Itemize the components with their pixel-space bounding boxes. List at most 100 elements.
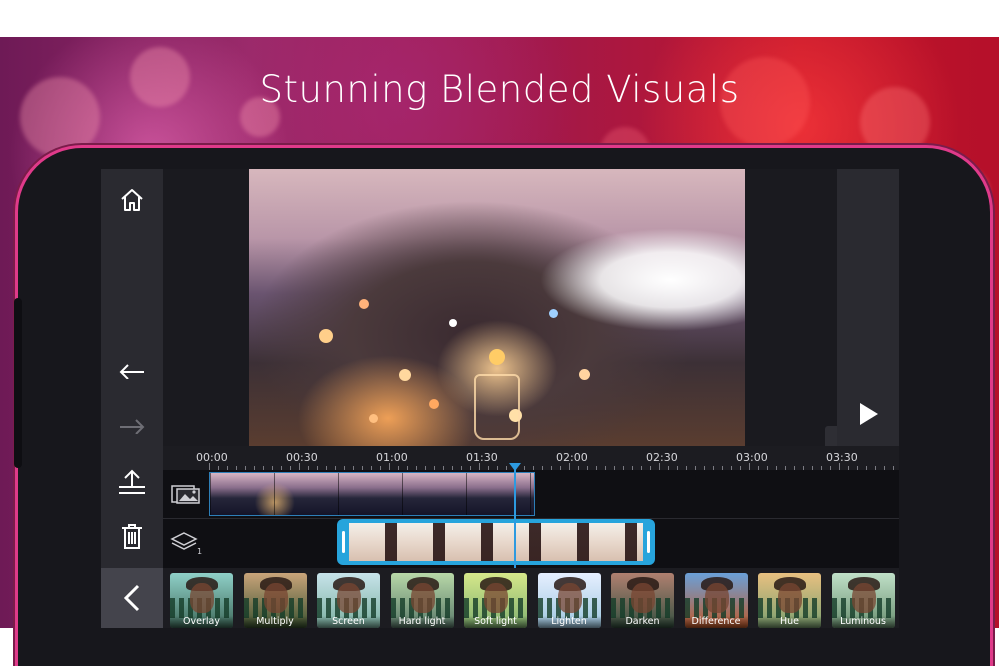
ruler-minor-tick [344,466,345,470]
ruler-minor-tick [704,466,705,470]
blend-mode-screen[interactable]: Screen [317,573,380,628]
blend-mode-label: Hue [758,616,821,628]
ruler-minor-tick [650,466,651,470]
ruler-minor-tick [371,466,372,470]
ruler-minor-tick [353,466,354,470]
home-button[interactable] [101,178,163,222]
blend-mode-label: Hard light [390,616,454,628]
ruler-minor-tick [209,463,210,470]
ruler-minor-tick [506,466,507,470]
overlay-clip[interactable] [337,519,655,565]
play-icon [860,403,878,425]
ruler-minor-tick [587,466,588,470]
thumbnail-face [778,583,802,613]
export-icon [119,469,145,494]
redo-icon [120,419,145,434]
video-clip[interactable] [209,472,535,516]
overlay-track-count: 1 [197,547,202,556]
delete-button[interactable] [101,514,163,558]
ruler-minor-tick [578,466,579,470]
tick-label: 02:30 [646,451,678,464]
ruler-minor-tick [821,466,822,470]
ruler-minor-tick [686,466,687,470]
undo-button[interactable] [101,347,163,391]
redo-button[interactable] [101,402,163,446]
preview-video[interactable] [249,169,745,446]
blend-mode-label: Difference [684,616,748,628]
ruler-minor-tick [812,466,813,470]
ruler-minor-tick [425,466,426,470]
layers-icon: 1 [170,532,202,556]
ruler-minor-tick [794,466,795,470]
ruler-minor-tick [533,466,534,470]
ruler-minor-tick [758,466,759,470]
ruler-minor-tick [866,466,867,470]
ruler-minor-tick [488,466,489,470]
ruler-minor-tick [362,466,363,470]
blend-mode-darken[interactable]: Darken [611,573,674,628]
ruler-minor-tick [623,466,624,470]
ruler-minor-tick [452,466,453,470]
blend-mode-label: Darken [611,616,674,628]
ruler-minor-tick [641,466,642,470]
blend-mode-label: Overlay [170,616,233,628]
ruler-minor-tick [326,466,327,470]
ruler-minor-tick [830,466,831,470]
blend-mode-multiply[interactable]: Multiply [243,573,307,628]
video-track-icon [171,485,200,504]
timeline-ruler[interactable]: 00:00 00:30 01:00 01:30 02:00 02:30 03:0… [163,446,899,470]
right-panel [837,169,899,446]
thumbnail-face [484,583,508,613]
tick-label: 02:00 [556,451,588,464]
blend-mode-label: Luminous [831,616,895,628]
ruler-minor-tick [596,466,597,470]
preview-area [163,169,875,446]
blend-mode-lighten[interactable]: Lighten [537,573,601,628]
blend-mode-luminous[interactable]: Luminous [831,573,895,628]
overlay-clip-left-handle[interactable] [342,531,345,553]
blend-mode-difference[interactable]: Difference [684,573,748,628]
ruler-minor-tick [884,466,885,470]
overlay-clip-right-handle[interactable] [647,531,650,553]
overlay-track-header[interactable]: 1 [163,518,209,568]
thumbnail-face [851,583,876,613]
ruler-minor-tick [803,466,804,470]
ruler-minor-tick [560,466,561,470]
blend-mode-soft-light[interactable]: Soft light [464,573,527,628]
ruler-minor-tick [524,466,525,470]
blend-mode-label: Multiply [243,616,307,628]
ruler-minor-tick [749,463,750,470]
video-track-header[interactable] [163,470,209,518]
playhead[interactable] [514,464,516,568]
blend-mode-hard-light[interactable]: Hard light [390,573,454,628]
ruler-minor-tick [893,466,894,470]
ruler-minor-tick [290,466,291,470]
chevron-left-icon [123,584,140,612]
ruler-minor-tick [470,466,471,470]
back-button[interactable] [101,568,163,628]
ruler-minor-tick [416,466,417,470]
promo-headline: Stunning Blended Visuals [259,68,740,111]
ruler-minor-tick [839,463,840,470]
tick-label: 01:30 [466,451,498,464]
ruler-minor-tick [695,466,696,470]
ruler-minor-tick [317,466,318,470]
blend-mode-overlay[interactable]: Overlay [170,573,233,628]
overlay-clip-thumbnails [349,523,643,561]
app-screen: 00:00 00:30 01:00 01:30 02:00 02:30 03:0… [101,169,899,628]
blend-mode-hue[interactable]: Hue [758,573,821,628]
ruler-minor-tick [605,466,606,470]
blend-mode-label: Lighten [537,616,601,628]
ruler-minor-tick [479,463,480,470]
export-button[interactable] [101,459,163,503]
ruler-minor-tick [668,466,669,470]
thumbnail-face [410,583,435,613]
ruler-minor-tick [461,466,462,470]
play-button[interactable] [856,400,882,428]
ruler-minor-tick [272,466,273,470]
ruler-minor-tick [740,466,741,470]
ruler-minor-tick [389,463,390,470]
tick-label: 03:00 [736,451,768,464]
ruler-minor-tick [263,466,264,470]
ruler-minor-tick [677,466,678,470]
